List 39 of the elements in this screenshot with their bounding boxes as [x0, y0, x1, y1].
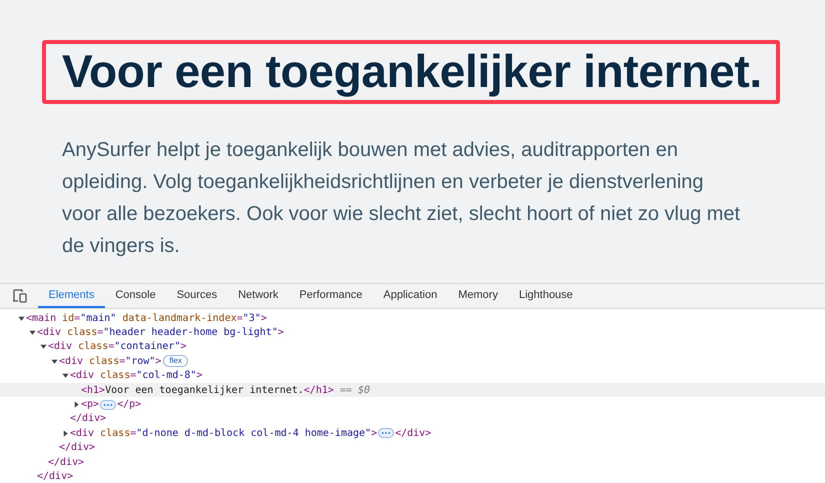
- intro-paragraph: AnySurfer helpt je toegankelijk bouwen met advies, auditrapporten en opleiding. Volg toegankelijkheidsrichtlijnen en verbeter je dienstverlening voor alle bezoekers. Ook voor wie slecht ziet, slecht hoort of niet zo vlug met de vingers is.: [62, 138, 742, 259]
- collapsed-triangle-icon[interactable]: [73, 401, 80, 408]
- devtools-tab[interactable]: Application: [372, 284, 448, 308]
- code-line: <div class="header header-home bg-light">: [37, 327, 284, 338]
- page-heading: Voor een toegankelijker internet.: [62, 46, 762, 96]
- device-toolbar-icon[interactable]: [12, 289, 28, 303]
- devtools-tab[interactable]: Performance: [288, 284, 373, 308]
- ellipsis-button[interactable]: [378, 428, 394, 438]
- code-line: <div class="col-md-8">: [70, 370, 202, 382]
- code-line: </div>: [70, 413, 106, 424]
- flex-badge[interactable]: flex: [163, 355, 188, 368]
- expanded-triangle-icon[interactable]: [51, 358, 58, 365]
- expanded-triangle-icon[interactable]: [29, 329, 36, 336]
- selected-node-marker: == $0: [340, 384, 370, 396]
- collapsed-triangle-icon[interactable]: [62, 430, 69, 437]
- code-line: </div>: [48, 456, 84, 468]
- ellipsis-button[interactable]: [100, 400, 116, 410]
- code-line: </div>: [37, 470, 74, 482]
- expanded-triangle-icon[interactable]: [40, 343, 47, 350]
- code-line: <div class="container">: [48, 341, 187, 352]
- devtools-tab[interactable]: Memory: [448, 284, 508, 308]
- ellipsis-icon: [103, 402, 114, 407]
- devtools-tab[interactable]: Sources: [166, 284, 228, 308]
- code-line: <h1>Voor een toegankelijker internet.</h1>: [81, 384, 334, 396]
- code-line: </div>: [395, 428, 432, 439]
- code-line: <main id="main" data-landmark-index="3">: [26, 312, 267, 324]
- devtools-tab[interactable]: Network: [228, 284, 289, 308]
- expanded-triangle-icon[interactable]: [62, 372, 69, 380]
- selected-row[interactable]: <h1>Voor een toegankelijker internet.</h1> == $0: [0, 382, 825, 398]
- code-line: <p>: [81, 399, 100, 410]
- expanded-triangle-icon[interactable]: [18, 314, 25, 322]
- ellipsis-icon: [381, 431, 392, 436]
- code-line: <div class="d-none d-md-block col-md-4 home-image">: [70, 428, 378, 439]
- devtools-tab[interactable]: Elements: [38, 284, 105, 308]
- devtools-tab[interactable]: Lighthouse: [508, 284, 584, 308]
- code-line: <div class="row">: [59, 356, 162, 367]
- code-line: </p>: [117, 399, 142, 410]
- code-line: </div>: [59, 442, 96, 454]
- devtools-tab[interactable]: Console: [104, 284, 166, 308]
